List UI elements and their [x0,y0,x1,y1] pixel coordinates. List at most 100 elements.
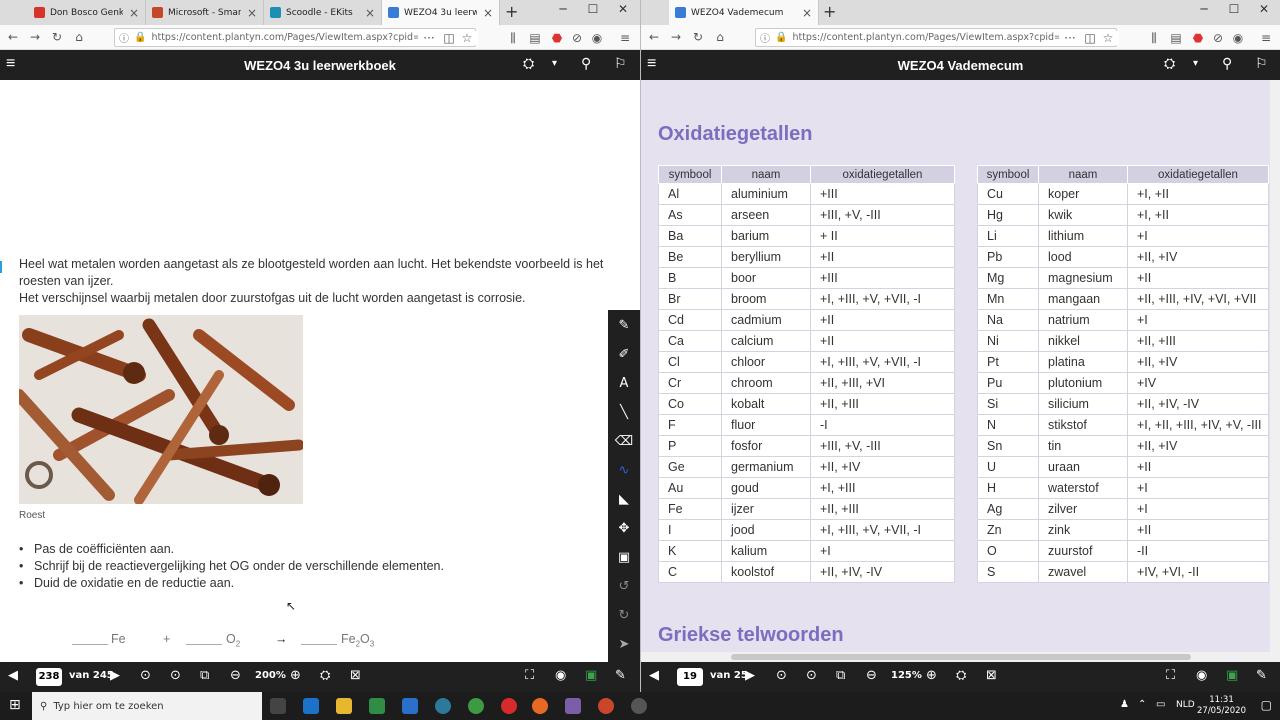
new-tab-icon[interactable]: + [505,2,518,21]
dropdown-icon[interactable]: ▾ [1193,58,1198,69]
tab-don-bosco[interactable]: Don Bosco Genk - Sm × [28,0,146,25]
display-mode-icon[interactable]: ⊠ [350,668,361,683]
sidebar-icon[interactable]: ▤ [524,31,546,45]
blank-coefficient-fe2o3[interactable] [301,644,337,645]
search-icon[interactable]: ⚲ [1222,55,1232,72]
close-tab-icon[interactable]: × [247,6,257,20]
pen-tool-icon[interactable]: ✎ [608,318,640,333]
line-tool-icon[interactable]: ╲ [608,405,640,420]
next-page-icon[interactable]: ▶ [110,668,120,683]
close-tab-icon[interactable]: × [365,6,375,20]
close-tab-icon[interactable]: × [802,6,812,20]
home-icon[interactable]: ⌂ [709,30,731,44]
bookmark-star-icon[interactable]: ☆ [456,31,478,45]
chrome-icon[interactable] [468,698,484,714]
hamburger-menu-icon[interactable]: ≡ [6,55,15,73]
freehand-tool-icon[interactable]: ∿ [608,463,640,478]
next-page-icon[interactable]: ▶ [745,668,755,683]
bookmark-icon[interactable]: ⚐ [1255,55,1268,72]
store-icon[interactable] [369,698,385,714]
save-icon[interactable]: ▣ [1226,668,1238,683]
tab-scoodle[interactable]: Scoodle - EKits × [264,0,382,25]
fit-page-icon[interactable]: ⛶ [525,668,534,683]
last-page-icon[interactable]: ⊙ [170,668,181,683]
forward-icon[interactable]: → [24,30,46,44]
horizontal-scrollbar[interactable] [641,652,1270,662]
visibility-icon[interactable]: ◉ [1196,668,1207,683]
tab-wezo4-vademecum[interactable]: WEZO4 Vademecum × [669,0,819,25]
minimize-icon[interactable]: ─ [1189,2,1219,16]
visibility-icon[interactable]: ◉ [555,668,566,683]
menu-icon[interactable]: ≡ [614,31,636,45]
search-icon[interactable]: ⚲ [581,55,591,72]
page-number-input[interactable]: 238 [36,668,62,686]
reload-icon[interactable]: ↻ [46,30,68,44]
bookmark-star-icon[interactable]: ☆ [1097,31,1119,45]
undo-icon[interactable]: ↺ [608,579,640,594]
sidebar-icon[interactable]: ▤ [1165,31,1187,45]
extension-icon[interactable]: ⊘ [566,31,588,45]
taskbar-search[interactable]: ⚲ Typ hier om te zoeken [32,692,262,720]
page-number-input[interactable]: 19 [677,668,703,686]
extension-icon[interactable]: ⊘ [1207,31,1229,45]
bookmark-icon[interactable]: ⚐ [614,55,627,72]
accessibility-icon[interactable]: ⛭ [320,668,330,683]
notification-icon[interactable]: ▢ [1261,698,1272,712]
library-icon[interactable]: ⫼ [502,31,524,46]
prev-page-icon[interactable]: ◀ [649,668,659,683]
blank-coefficient-fe[interactable] [72,644,108,645]
account-icon[interactable]: ◉ [1227,31,1249,45]
redo-icon[interactable]: ↻ [608,608,640,623]
maximize-icon[interactable]: ☐ [578,2,608,16]
last-page-icon[interactable]: ⊙ [806,668,817,683]
pointer-tool-icon[interactable]: ➤ [608,637,640,652]
fit-page-icon[interactable]: ⛶ [1166,668,1175,683]
dropdown-icon[interactable]: ▾ [552,58,557,69]
accessibility-icon[interactable]: ⛭ [956,668,966,683]
translate-icon[interactable]: ⛭ [1164,55,1175,72]
zoom-in-icon[interactable]: ⊕ [926,668,937,683]
reload-icon[interactable]: ↻ [687,30,709,44]
close-tab-icon[interactable]: × [129,6,139,20]
task-view-icon[interactable] [270,698,286,714]
system-clock[interactable]: 11:31 27/05/2020 [1197,695,1246,717]
ruler-tool-icon[interactable]: ◣ [608,492,640,507]
language-indicator[interactable]: NLD [1176,700,1195,710]
new-tab-icon[interactable]: + [823,2,836,21]
adblock-icon[interactable]: ⬣ [1187,31,1209,45]
back-icon[interactable]: ← [643,30,665,44]
opera-icon[interactable] [501,698,517,714]
zoom-in-icon[interactable]: ⊕ [290,668,301,683]
tab-wezo4-leerwerkboek[interactable]: WEZO4 3u leerwerkb × [382,0,500,25]
menu-icon[interactable]: ≡ [1255,31,1277,45]
account-icon[interactable]: ◉ [586,31,608,45]
zoom-out-icon[interactable]: ⊖ [866,668,877,683]
annotate-icon[interactable]: ✎ [615,668,626,683]
page-actions-icon[interactable]: ··· [1059,31,1081,45]
home-icon[interactable]: ⌂ [68,30,90,44]
powerpoint-icon[interactable] [598,698,614,714]
close-window-icon[interactable]: ✕ [1249,2,1279,16]
hamburger-menu-icon[interactable]: ≡ [647,55,656,73]
close-tab-icon[interactable]: × [483,6,493,20]
firefox-icon[interactable] [532,698,548,714]
file-explorer-icon[interactable] [336,698,352,714]
tray-chevron-icon[interactable]: ⌃ [1138,699,1146,710]
network-app-icon[interactable] [435,698,451,714]
display-mode-icon[interactable]: ⊠ [986,668,997,683]
library-icon[interactable]: ⫼ [1143,31,1165,46]
adblock-icon[interactable]: ⬣ [546,31,568,45]
text-tool-icon[interactable]: A [608,376,640,391]
vertical-scrollbar[interactable] [1270,80,1280,662]
translate-icon[interactable]: ⛭ [523,55,534,72]
mail-icon[interactable] [402,698,418,714]
settings-app-icon[interactable] [631,698,647,714]
image-tool-icon[interactable]: ▣ [608,550,640,565]
back-icon[interactable]: ← [2,30,24,44]
edge-icon[interactable] [303,698,319,714]
close-window-icon[interactable]: ✕ [608,2,638,16]
eraser-tool-icon[interactable]: ⌫ [608,434,640,449]
save-icon[interactable]: ▣ [585,668,597,683]
move-tool-icon[interactable]: ✥ [608,521,640,536]
tray-network-icon[interactable]: ▭ [1156,699,1165,710]
